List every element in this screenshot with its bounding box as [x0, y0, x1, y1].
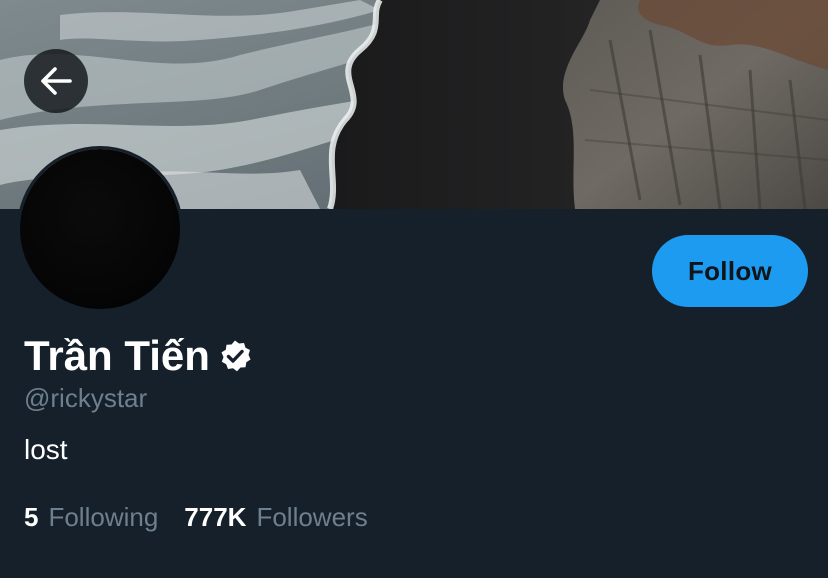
followers-link[interactable]: 777K Followers: [184, 500, 367, 534]
following-count: 5: [24, 502, 39, 532]
follow-button[interactable]: Follow: [652, 235, 808, 307]
arrow-left-icon: [39, 66, 73, 96]
following-link[interactable]: 5 Following: [24, 500, 158, 534]
followers-count: 777K: [184, 502, 247, 532]
back-button[interactable]: [24, 49, 88, 113]
user-handle: @rickystar: [24, 383, 148, 413]
avatar[interactable]: [20, 149, 180, 309]
followers-label: Followers: [256, 502, 368, 532]
name-row: Trần Tiến: [24, 331, 252, 381]
verified-badge-icon: [218, 339, 252, 373]
profile-stats: 5 Following 777K Followers: [24, 500, 368, 534]
profile-bio: lost: [24, 434, 68, 465]
display-name: Trần Tiến: [24, 332, 210, 379]
following-label: Following: [48, 502, 159, 532]
profile-page: Follow Trần Tiến @rickystar lost 5 Follo…: [0, 0, 828, 578]
